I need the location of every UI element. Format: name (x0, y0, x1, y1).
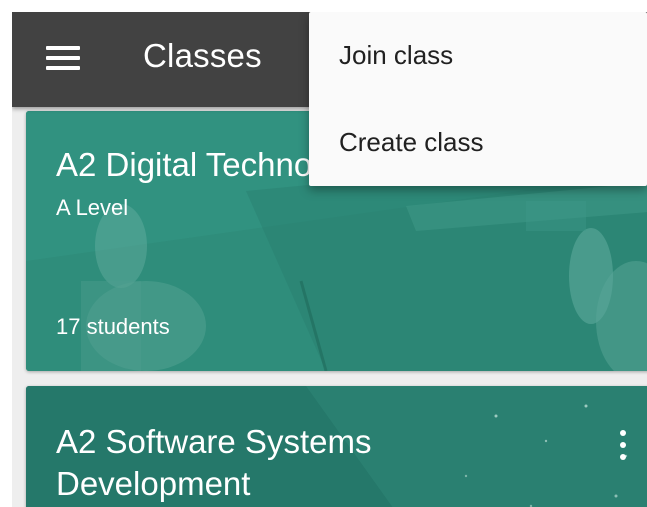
class-subtitle: A Level (56, 195, 129, 220)
page-title: Classes (143, 37, 262, 74)
menu-item-label: Join class (339, 40, 454, 70)
hamburger-menu-icon[interactable] (46, 46, 80, 70)
menu-item-join-class[interactable]: Join class (309, 12, 647, 99)
menu-item-label: Create class (339, 127, 484, 157)
student-count: 17 students (56, 314, 170, 339)
overflow-menu: Join class Create class (309, 12, 647, 186)
menu-item-create-class[interactable]: Create class (309, 99, 647, 186)
class-title: A2 Software Systems Development (56, 423, 372, 502)
app-screen: Classes A2 Digital Technology A Level 17… (12, 12, 647, 507)
class-card[interactable]: A2 Software Systems Development (26, 386, 647, 507)
more-vert-icon[interactable] (618, 430, 628, 464)
